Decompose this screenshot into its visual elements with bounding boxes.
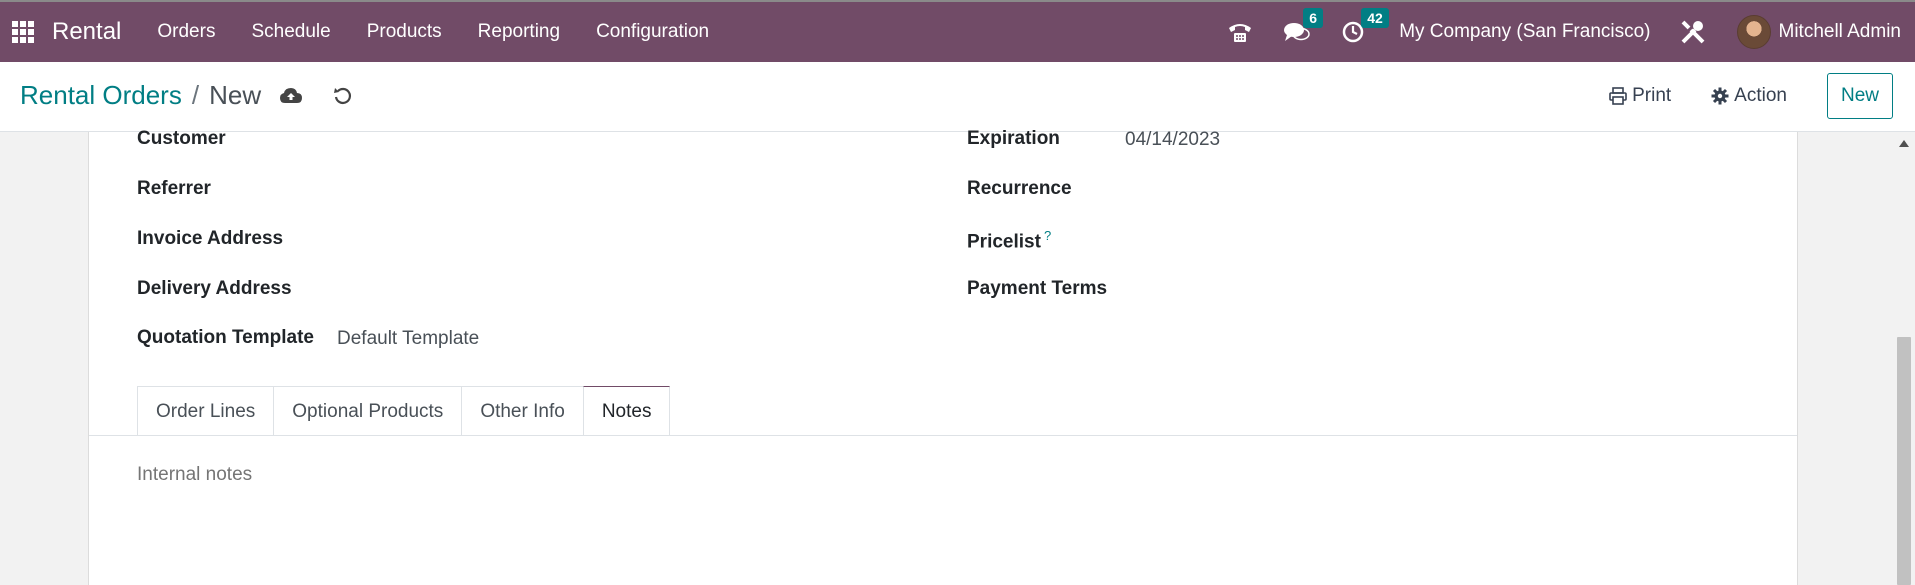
- phone-icon[interactable]: [1227, 20, 1253, 44]
- tab-optional-products[interactable]: Optional Products: [273, 386, 463, 436]
- notebook-tabs: Order Lines Optional Products Other Info…: [137, 386, 671, 436]
- scroll-thumb[interactable]: [1897, 337, 1911, 585]
- breadcrumb-current: New: [209, 80, 262, 110]
- menu-products[interactable]: Products: [367, 21, 442, 43]
- pricelist-label-group: Pricelist?: [967, 228, 1051, 253]
- label-quotation-template: Quotation Template: [137, 327, 314, 348]
- tab-other-info[interactable]: Other Info: [461, 386, 584, 436]
- tab-order-lines[interactable]: Order Lines: [137, 386, 275, 436]
- menu-configuration[interactable]: Configuration: [596, 21, 709, 43]
- pricelist-help-icon[interactable]: ?: [1044, 228, 1051, 243]
- print-button[interactable]: Print: [1609, 85, 1671, 107]
- user-avatar[interactable]: [1736, 15, 1771, 49]
- label-delivery-address: Delivery Address: [137, 278, 292, 299]
- action-button[interactable]: Action: [1711, 85, 1787, 107]
- label-invoice-address: Invoice Address: [137, 228, 284, 249]
- menu-schedule[interactable]: Schedule: [251, 21, 330, 43]
- menu-reporting[interactable]: Reporting: [478, 21, 560, 43]
- tabs-divider: [89, 435, 1797, 436]
- activities-badge: 42: [1361, 8, 1389, 28]
- cloud-upload-icon[interactable]: [279, 86, 303, 106]
- form-sheet: Customer Referrer Invoice Address Delive…: [88, 128, 1798, 585]
- user-menu[interactable]: Mitchell Admin: [1779, 21, 1902, 43]
- label-expiration: Expiration: [967, 128, 1060, 149]
- breadcrumb: Rental Orders / New: [20, 80, 353, 111]
- quotation-template-field[interactable]: Default Template: [337, 328, 479, 350]
- app-brand[interactable]: Rental: [52, 18, 121, 46]
- breadcrumb-rental-orders[interactable]: Rental Orders: [20, 80, 182, 111]
- label-pricelist: Pricelist: [967, 231, 1041, 253]
- company-switcher[interactable]: My Company (San Francisco): [1399, 21, 1650, 43]
- apps-grid-icon[interactable]: [12, 21, 34, 43]
- chat-icon[interactable]: 6: [1283, 8, 1323, 44]
- new-button[interactable]: New: [1826, 73, 1893, 119]
- tab-notes[interactable]: Notes: [582, 386, 671, 436]
- breadcrumb-separator: /: [191, 80, 200, 110]
- label-customer: Customer: [137, 128, 226, 149]
- gear-icon: [1711, 87, 1729, 105]
- control-panel: Rental Orders / New Print Action New: [0, 62, 1915, 132]
- print-label: Print: [1632, 85, 1672, 106]
- top-navbar: Rental Orders Schedule Products Reportin…: [0, 0, 1915, 62]
- label-payment-terms: Payment Terms: [967, 278, 1108, 299]
- tools-icon[interactable]: [1679, 18, 1707, 46]
- scroll-up-arrow-icon[interactable]: [1899, 140, 1909, 147]
- print-icon: [1609, 87, 1627, 105]
- discard-undo-icon[interactable]: [333, 86, 353, 106]
- action-label: Action: [1734, 85, 1787, 106]
- vertical-scrollbar[interactable]: [1893, 132, 1915, 585]
- internal-notes-field[interactable]: [137, 464, 1737, 564]
- menu-orders[interactable]: Orders: [157, 21, 215, 43]
- messages-badge: 6: [1303, 8, 1323, 28]
- clock-icon[interactable]: 42: [1341, 8, 1389, 44]
- label-recurrence: Recurrence: [967, 178, 1072, 199]
- label-referrer: Referrer: [137, 178, 211, 199]
- expiration-date-field[interactable]: 04/14/2023: [1125, 129, 1220, 151]
